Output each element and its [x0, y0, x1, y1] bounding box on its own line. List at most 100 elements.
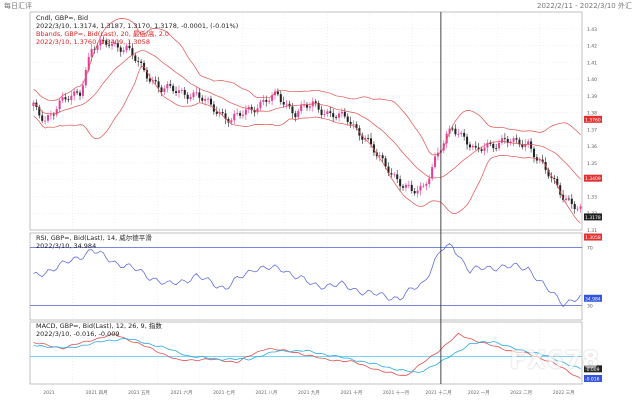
- candle-body: [393, 174, 396, 176]
- price-tag: 1.3409: [585, 176, 601, 182]
- candle-body: [169, 84, 172, 86]
- candle-body: [46, 115, 50, 121]
- candle-body: [160, 87, 163, 92]
- x-tick-label: 2022 一月: [468, 390, 490, 396]
- candle-body: [209, 98, 212, 105]
- candle-body: [346, 116, 349, 122]
- y-tick-label: 1.31: [587, 228, 597, 234]
- x-tick-label: 2021 十月: [340, 389, 362, 396]
- candle-body: [378, 155, 381, 157]
- legend-rsi-values: 2022/3/10, 34.984: [36, 242, 97, 250]
- x-tick-label: 2021 八月: [256, 390, 278, 396]
- candle-body: [221, 112, 224, 114]
- candle-body: [300, 105, 303, 112]
- candle-body: [177, 90, 180, 93]
- candle-body: [419, 185, 422, 191]
- candle-body: [407, 184, 410, 186]
- candle-body: [381, 155, 384, 159]
- candle-body: [483, 147, 486, 151]
- candle-body: [530, 141, 533, 149]
- candle-body: [70, 95, 73, 101]
- candle-body: [335, 117, 338, 118]
- candle-body: [73, 91, 76, 96]
- y-tick-label: 1.41: [587, 60, 597, 66]
- rsi-tag: 34.984: [585, 296, 601, 302]
- y-tick-label: 1.42: [587, 44, 597, 50]
- candle-body: [207, 98, 210, 100]
- candle-body: [256, 108, 259, 113]
- candle-body: [500, 138, 503, 143]
- candle-body: [52, 114, 55, 116]
- candle-body: [579, 206, 582, 209]
- candle-body: [367, 138, 370, 139]
- chart-canvas: 1.43 1.42 1.41 1.40 1.39 1.38 1.37 1.36 1.35 1.34…: [29, 11, 602, 396]
- y-tick-label: 1.39: [587, 94, 597, 100]
- candle-body: [352, 124, 355, 126]
- y-tick-label: 1.35: [587, 161, 597, 167]
- y-tick-label: 1.36: [587, 144, 597, 150]
- candle-body: [329, 111, 332, 114]
- candle-body: [349, 121, 352, 125]
- candle-body: [137, 60, 140, 62]
- candle-body: [58, 100, 61, 110]
- candle-body: [163, 88, 166, 92]
- candle-body: [308, 106, 311, 108]
- candle-body: [340, 111, 343, 114]
- candle-body: [431, 167, 434, 179]
- candle-body: [337, 113, 341, 118]
- candle-body: [416, 190, 419, 194]
- candle-body: [422, 185, 425, 187]
- candle-body: [215, 111, 218, 114]
- candle-body: [259, 101, 262, 109]
- candle-body: [314, 101, 317, 103]
- candle-body: [183, 89, 186, 95]
- candle-body: [466, 136, 469, 145]
- y-tick-label: 1.37: [587, 127, 597, 133]
- candle-body: [410, 184, 413, 191]
- price-tag: 1.3760: [585, 117, 601, 123]
- candle-body: [471, 145, 474, 148]
- legend-macd-values: 2022/3/10, -0.016, -0.009: [36, 330, 120, 338]
- candle-body: [189, 97, 192, 99]
- candle-body: [134, 55, 137, 61]
- candle-body: [564, 198, 568, 200]
- candle-body: [480, 149, 483, 151]
- candle-body: [279, 94, 282, 102]
- candle-body: [576, 208, 579, 210]
- candle-body: [180, 89, 183, 91]
- candle-body: [201, 97, 204, 101]
- candle-body: [370, 138, 373, 145]
- candle-body: [233, 113, 236, 121]
- candle-body: [434, 156, 437, 168]
- candle-body: [236, 113, 239, 114]
- candle-body: [268, 100, 271, 102]
- candle-body: [64, 97, 67, 100]
- x-tick-label: 2021 四月: [86, 390, 108, 396]
- candle-body: [515, 138, 518, 140]
- x-tick-label: 2021 七月: [213, 389, 235, 396]
- candle-body: [332, 113, 335, 118]
- candle-body: [305, 104, 309, 108]
- candle-body: [320, 109, 323, 115]
- candle-body: [498, 142, 501, 149]
- candle-body: [166, 84, 169, 89]
- candle-body: [204, 99, 207, 101]
- timestamp: 2022/2/11 - 2022/3/10 外汇: [537, 2, 632, 10]
- x-tick-label: 2022 三月: [553, 390, 575, 396]
- candle-body: [291, 106, 294, 114]
- candle-body: [425, 183, 428, 186]
- macd-tag: -0.016: [585, 376, 600, 382]
- legend-main: Cndl, GBP=, Bid: [36, 14, 89, 22]
- candle-body: [451, 128, 454, 130]
- candle-body: [326, 111, 329, 115]
- candle-body: [492, 143, 495, 149]
- candle-body: [154, 80, 157, 82]
- candle-body: [192, 92, 195, 98]
- candle-body: [532, 148, 536, 158]
- candle-body: [49, 114, 52, 116]
- candle-body: [323, 114, 326, 115]
- panel-frame: [29, 232, 583, 321]
- candle-body: [41, 115, 44, 121]
- candle-body: [140, 61, 143, 63]
- candle-body: [262, 99, 265, 102]
